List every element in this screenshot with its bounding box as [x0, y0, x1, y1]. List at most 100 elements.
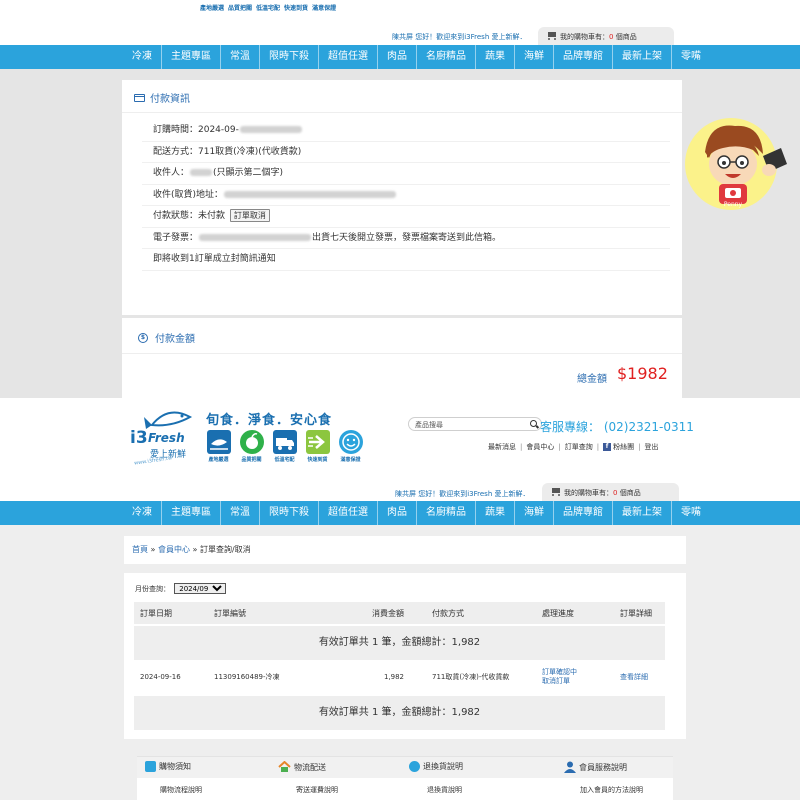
nav-item[interactable]: 零嘴 — [671, 45, 710, 69]
einvoice-note: 出貨七天後開立發票，發票檔案寄送到此信箱。 — [312, 232, 502, 243]
feature-label: 產地嚴選 — [200, 5, 225, 12]
breadcrumb-home[interactable]: 首頁 — [132, 545, 148, 554]
link-order-query[interactable]: 訂單查詢 — [565, 442, 593, 452]
separator: | — [596, 443, 600, 451]
footer-col-shopping[interactable]: 購物須知 — [145, 761, 191, 772]
apple-icon — [239, 430, 264, 454]
nav-item[interactable]: 海鮮 — [514, 501, 553, 525]
nav-item[interactable]: 最新上架 — [612, 45, 671, 69]
nav-item[interactable]: 主題專區 — [161, 45, 220, 69]
footer-sub-link[interactable]: 購物流程說明 — [160, 785, 202, 795]
nav-item[interactable]: 名廚精品 — [416, 45, 475, 69]
user-icon — [564, 761, 576, 773]
payment-status-label: 付款狀態：未付款 — [153, 211, 226, 221]
feature-origin: 產地嚴選 — [202, 430, 235, 463]
site-logo[interactable]: i3 Fresh 愛上新鮮 www.i3fresh.tw — [128, 403, 200, 467]
redacted-text — [224, 190, 397, 198]
einvoice-label: 電子發票： — [153, 232, 199, 243]
month-select[interactable]: 2024/09 — [174, 583, 227, 594]
nav-item[interactable]: 名廚精品 — [416, 501, 475, 525]
month-filter: 月份查詢： 2024/09 — [135, 583, 227, 594]
nav-item[interactable]: 限時下殺 — [259, 501, 318, 525]
cart-prefix: 我的購物車有： — [564, 489, 613, 497]
order-status: 訂單確認中 取消訂單 — [532, 668, 616, 686]
link-logout[interactable]: 登出 — [644, 442, 658, 452]
order-date: 2024-09-16 — [140, 673, 181, 681]
payment-info-list: 訂購時間：2024-09- 配送方式：711取貨(冷凍)(代收貨款) 收件人： (… — [142, 120, 670, 271]
cart-summary[interactable]: 我的購物車有：0 個商品 — [542, 483, 679, 501]
feature-label: 低溫宅配 — [274, 457, 295, 463]
nav-item[interactable]: 超值任選 — [318, 501, 377, 525]
nav-item[interactable]: 常溫 — [220, 45, 259, 69]
facebook-icon[interactable]: f — [603, 443, 612, 451]
link-member-center[interactable]: 會員中心 — [526, 442, 554, 452]
col-payment: 付款方式 — [432, 608, 464, 618]
nav-item[interactable]: 常溫 — [220, 501, 259, 525]
nav-item[interactable]: 肉品 — [377, 501, 416, 525]
recipient-note: (只顯示第二個字) — [213, 168, 284, 178]
total-amount: $1982 — [617, 364, 668, 383]
cancel-order-link[interactable]: 取消訂單 — [542, 677, 616, 686]
nav-item[interactable]: 品牌專館 — [553, 45, 612, 69]
footer-info: 購物須知 物流配送 退換貨說明 會員服務說明 購物流程說明 寄送運費說明 退換貨… — [137, 756, 673, 800]
logo-i3: i3 — [130, 428, 148, 448]
payment-amount-title: $ 付款金額 — [138, 330, 195, 345]
footer-sub-link[interactable]: 寄送運費說明 — [296, 785, 338, 795]
recipient-label: 收件人： — [153, 168, 190, 178]
address-label: 收件(取貨)地址： — [153, 189, 224, 200]
feature-label: 快速到貨 — [284, 5, 309, 12]
search-icon[interactable] — [530, 420, 537, 427]
nav-item[interactable]: 主題專區 — [161, 501, 220, 525]
footer-sub-link[interactable]: 加入會員的方法說明 — [580, 785, 643, 795]
welcome-text: 陳共屏 您好！歡迎來到i3Fresh 愛上新鮮． — [395, 490, 530, 498]
view-detail-link[interactable]: 查看詳細 — [616, 672, 665, 682]
breadcrumb-member[interactable]: 會員中心 — [158, 545, 190, 554]
nav-item[interactable]: 品牌專館 — [553, 501, 612, 525]
order-amount: 1,982 — [383, 673, 404, 681]
link-news[interactable]: 最新消息 — [488, 442, 516, 452]
search-input[interactable]: 產品搜尋 — [408, 417, 542, 431]
recipient-row: 收件人： (只顯示第二個字) — [142, 163, 670, 185]
feature-label: 低溫宅配 — [256, 5, 281, 12]
col-order-no: 訂單編號 — [214, 608, 246, 618]
nav-item[interactable]: 肉品 — [377, 45, 416, 69]
table-header: 訂單日期 訂單編號 消費金額 付款方式 處理進度 訂單詳細 — [134, 602, 665, 624]
order-confirmation-screen: 產地嚴選 品質把關 低溫宅配 快速到貨 滿意保證 陳共屏 您好！歡迎來到i3Fr… — [0, 0, 800, 398]
footer-col-member[interactable]: 會員服務說明 — [564, 761, 627, 773]
smile-icon — [338, 430, 363, 454]
nav-item[interactable]: 零嘴 — [671, 501, 710, 525]
nav-item[interactable]: 限時下殺 — [259, 45, 318, 69]
nav-item[interactable]: 蔬果 — [475, 45, 514, 69]
site-header: i3 Fresh 愛上新鮮 www.i3fresh.tw 旬食．淨食．安心食 產… — [0, 398, 800, 501]
redacted-text — [239, 126, 302, 133]
feature-guarantee: 滿意保證 — [334, 430, 367, 463]
link-fan-page[interactable]: 粉絲團 — [613, 442, 634, 452]
footer-col-returns[interactable]: 退換貨說明 — [409, 761, 463, 772]
payment-status-row: 付款狀態：未付款 訂單取消 — [142, 206, 670, 228]
cancel-order-button[interactable]: 訂單取消 — [229, 209, 270, 222]
feature-label: 品質把關 — [241, 457, 262, 463]
nav-item[interactable]: 冷凍 — [123, 45, 161, 69]
payment-amount-card: $ 付款金額 總金額 $1982 — [122, 318, 682, 398]
cart-summary[interactable]: 我的購物車有：0 個商品 — [538, 27, 674, 45]
nav-item[interactable]: 蔬果 — [475, 501, 514, 525]
welcome-text: 陳共屏 您好！歡迎來到i3Fresh 愛上新鮮． — [392, 33, 527, 41]
footer-sub-link[interactable]: 退換貨說明 — [427, 785, 462, 795]
payment-info-title: 付款資訊 — [134, 90, 190, 105]
feature-label: 滿意保證 — [312, 5, 337, 12]
customer-hotline: 客服專線： (02)2321-0311 — [540, 420, 694, 434]
nav-item[interactable]: 超值任選 — [318, 45, 377, 69]
footer-col-logistics[interactable]: 物流配送 — [278, 761, 326, 773]
cart-suffix: 個商品 — [613, 33, 637, 41]
cart-icon — [546, 31, 558, 41]
address-row: 收件(取貨)地址： — [142, 185, 670, 206]
feature-quality: 品質把關 — [235, 430, 268, 463]
nav-item[interactable]: 海鮮 — [514, 45, 553, 69]
nav-item[interactable]: 最新上架 — [612, 501, 671, 525]
col-order-date: 訂單日期 — [140, 608, 172, 618]
nav-item[interactable]: 冷凍 — [123, 501, 161, 525]
fish-icon — [206, 430, 231, 454]
breadcrumb: 首頁 » 會員中心 » 訂單查詢/取消 — [124, 536, 686, 564]
order-payment: 711取貨(冷凍)-代收貨款 — [432, 673, 510, 681]
header-strip: 產地嚴選 品質把關 低溫宅配 快速到貨 滿意保證 陳共屏 您好！歡迎來到i3Fr… — [0, 0, 800, 45]
